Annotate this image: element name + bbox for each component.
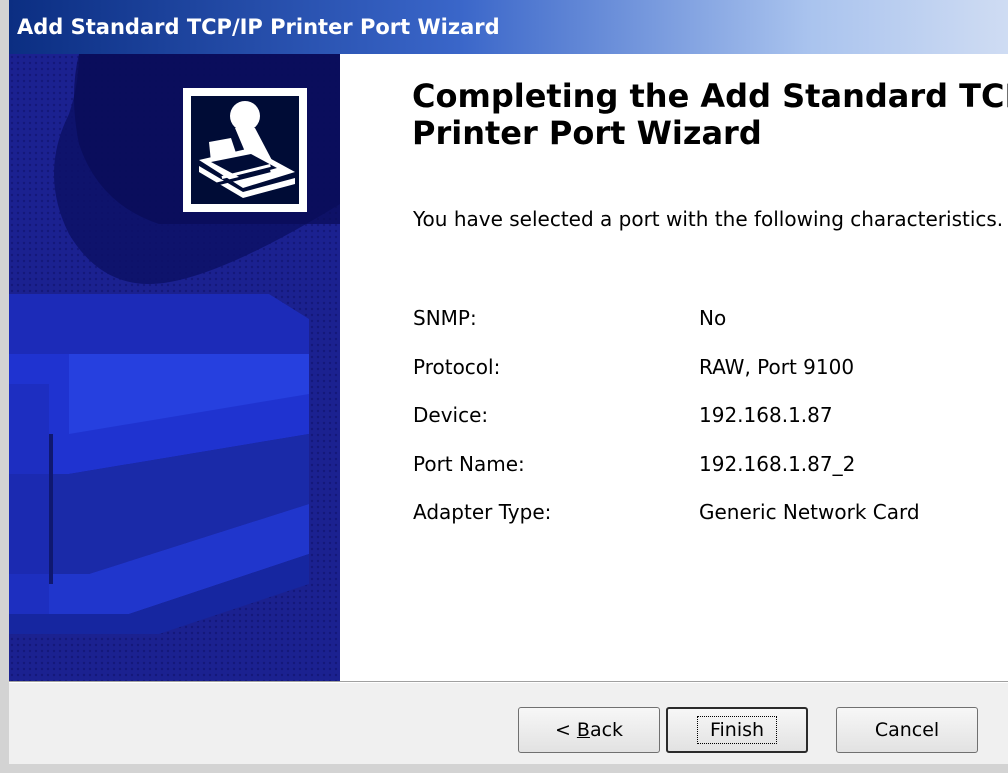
page-title-line1: Completing the Add Standard TCP/IP — [412, 77, 1008, 115]
window-title: Add Standard TCP/IP Printer Port Wizard — [17, 15, 500, 39]
wizard-logo — [183, 88, 307, 212]
property-value: 192.168.1.87_2 — [699, 451, 856, 476]
wizard-sidebar-graphic — [9, 54, 340, 681]
wizard-window: Add Standard TCP/IP Printer Port Wizard — [0, 0, 1008, 773]
back-button-rest: ack — [589, 719, 624, 741]
property-label: Device: — [413, 403, 489, 427]
property-value: 192.168.1.87 — [699, 403, 833, 427]
title-bar[interactable]: Add Standard TCP/IP Printer Port Wizard — [9, 0, 1008, 54]
wizard-content: Completing the Add Standard TCP/IP Print… — [340, 54, 1008, 681]
property-label: Port Name: — [413, 451, 525, 476]
button-bar: < Back Finish Cancel — [9, 683, 1008, 764]
property-value: Generic Network Card — [699, 500, 920, 524]
back-button[interactable]: < Back — [518, 707, 660, 753]
property-value: RAW, Port 9100 — [699, 354, 855, 379]
property-value: No — [699, 306, 727, 330]
property-label: SNMP: — [413, 306, 477, 330]
property-label: Adapter Type: — [413, 500, 552, 524]
finish-button-label: Finish — [696, 716, 778, 744]
cancel-button[interactable]: Cancel — [836, 707, 978, 753]
cancel-button-label: Cancel — [874, 719, 940, 741]
page-title: Completing the Add Standard TCP/IP Print… — [412, 78, 1008, 152]
back-button-prefix: < — [554, 719, 577, 741]
property-label: Protocol: — [413, 354, 501, 379]
finish-button[interactable]: Finish — [666, 707, 808, 753]
intro-text: You have selected a port with the follow… — [413, 207, 1004, 231]
back-button-mnemonic: B — [576, 719, 590, 741]
page-title-line2: Printer Port Wizard — [412, 114, 762, 152]
printer-port-icon — [191, 96, 299, 204]
